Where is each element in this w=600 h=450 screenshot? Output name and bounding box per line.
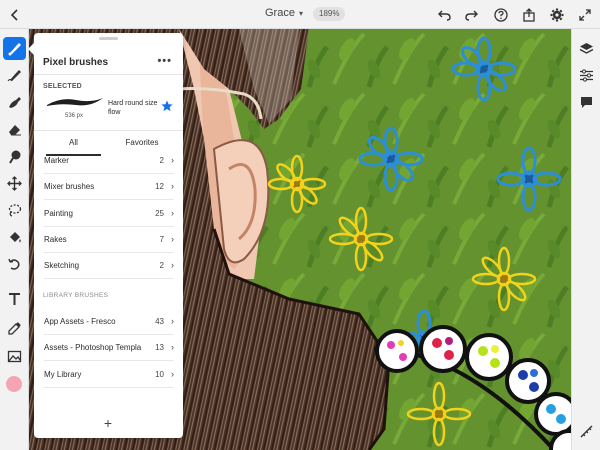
list-item-count: 7 <box>159 234 164 244</box>
move-transform-icon[interactable] <box>3 172 26 195</box>
eyedropper-icon[interactable] <box>3 317 26 340</box>
chevron-right-icon: › <box>171 369 174 379</box>
list-item-my-library[interactable]: My Library 10 › <box>44 361 174 387</box>
brushes-panel: Pixel brushes ••• SELECTED 536 px Hard r… <box>28 33 183 438</box>
brush-size-label: 536 px <box>65 113 84 119</box>
selected-brush-name[interactable]: Hard round size flow <box>108 99 158 117</box>
layer-properties-icon[interactable] <box>575 64 598 87</box>
lasso-selection-icon[interactable] <box>3 199 26 222</box>
list-item-label: Sketching <box>44 260 80 270</box>
panel-pointer <box>28 43 34 55</box>
selected-section-label: SELECTED <box>43 83 82 90</box>
list-item-app-assets[interactable]: App Assets - Fresco 43 › <box>44 308 174 334</box>
left-toolbar <box>0 29 29 450</box>
pixel-brush-icon[interactable] <box>3 37 26 60</box>
chevron-right-icon: › <box>171 155 174 165</box>
comments-icon[interactable] <box>575 91 598 114</box>
panel-drag-handle[interactable] <box>99 37 118 40</box>
right-toolbar <box>571 29 600 450</box>
row-divider <box>44 387 174 388</box>
favorite-star-icon[interactable] <box>161 99 173 112</box>
fullscreen-icon[interactable] <box>575 5 595 25</box>
current-color-swatch[interactable] <box>6 376 22 392</box>
layers-icon[interactable] <box>575 37 598 60</box>
divider <box>34 130 183 131</box>
liquify-icon[interactable] <box>3 253 26 276</box>
list-item-count: 10 <box>155 369 164 379</box>
list-item-label: My Library <box>44 369 82 379</box>
smudge-icon[interactable] <box>3 145 26 168</box>
live-brush-icon[interactable] <box>3 64 26 87</box>
chevron-right-icon: › <box>171 260 174 270</box>
row-divider <box>44 278 174 279</box>
list-item-label: Rakes <box>44 234 67 244</box>
fill-icon[interactable] <box>3 226 26 249</box>
chevron-right-icon: › <box>171 342 174 352</box>
list-item-label: App Assets - Fresco <box>44 316 116 326</box>
chevron-right-icon: › <box>171 181 174 191</box>
list-item-count: 2 <box>159 155 164 165</box>
undo-icon[interactable] <box>434 5 454 25</box>
chevron-right-icon: › <box>171 316 174 326</box>
chevron-right-icon: › <box>171 208 174 218</box>
share-icon[interactable] <box>519 5 539 25</box>
list-item-painting[interactable]: Painting 25 › <box>44 200 174 226</box>
list-item-sketching[interactable]: Sketching 2 › <box>44 252 174 278</box>
add-brush-button[interactable]: + <box>100 415 116 431</box>
list-item-label: Painting <box>44 208 73 218</box>
eraser-icon[interactable] <box>3 118 26 141</box>
library-section-label: LIBRARY BRUSHES <box>43 292 109 299</box>
list-item-count: 43 <box>155 316 164 326</box>
chevron-down-icon: ▾ <box>298 8 303 18</box>
back-chevron-icon[interactable] <box>5 5 25 25</box>
settings-icon[interactable] <box>547 5 567 25</box>
more-options-button[interactable]: ••• <box>157 55 172 67</box>
list-item-count: 2 <box>159 260 164 270</box>
list-item-label: Assets - Photoshop Templa... <box>44 342 142 352</box>
zoom-level[interactable]: 189% <box>313 7 346 21</box>
document-title[interactable]: Grace ▾ <box>265 7 303 19</box>
list-item-rakes[interactable]: Rakes 7 › <box>44 226 174 252</box>
chevron-right-icon: › <box>171 234 174 244</box>
list-item-count: 12 <box>155 181 164 191</box>
help-icon[interactable] <box>491 5 511 25</box>
list-item-marker[interactable]: Marker 2 › <box>44 147 174 173</box>
list-item-label: Marker <box>44 155 69 165</box>
place-image-icon[interactable] <box>3 345 26 368</box>
panel-title: Pixel brushes <box>43 57 109 68</box>
brush-stroke-preview[interactable] <box>46 94 104 110</box>
list-item-count: 13 <box>155 342 164 352</box>
list-item-count: 25 <box>155 208 164 218</box>
text-icon[interactable] <box>3 288 26 311</box>
vector-brush-icon[interactable] <box>3 91 26 114</box>
document-title-text: Grace <box>265 7 295 19</box>
list-item-photoshop-templates[interactable]: Assets - Photoshop Templa... 13 › <box>44 334 174 360</box>
list-item-mixer-brushes[interactable]: Mixer brushes 12 › <box>44 173 174 199</box>
top-bar: Grace ▾ 189% <box>0 0 600 29</box>
rotate-canvas-icon[interactable] <box>575 420 598 443</box>
list-item-label: Mixer brushes <box>44 181 95 191</box>
divider <box>34 74 183 75</box>
redo-icon[interactable] <box>461 5 481 25</box>
